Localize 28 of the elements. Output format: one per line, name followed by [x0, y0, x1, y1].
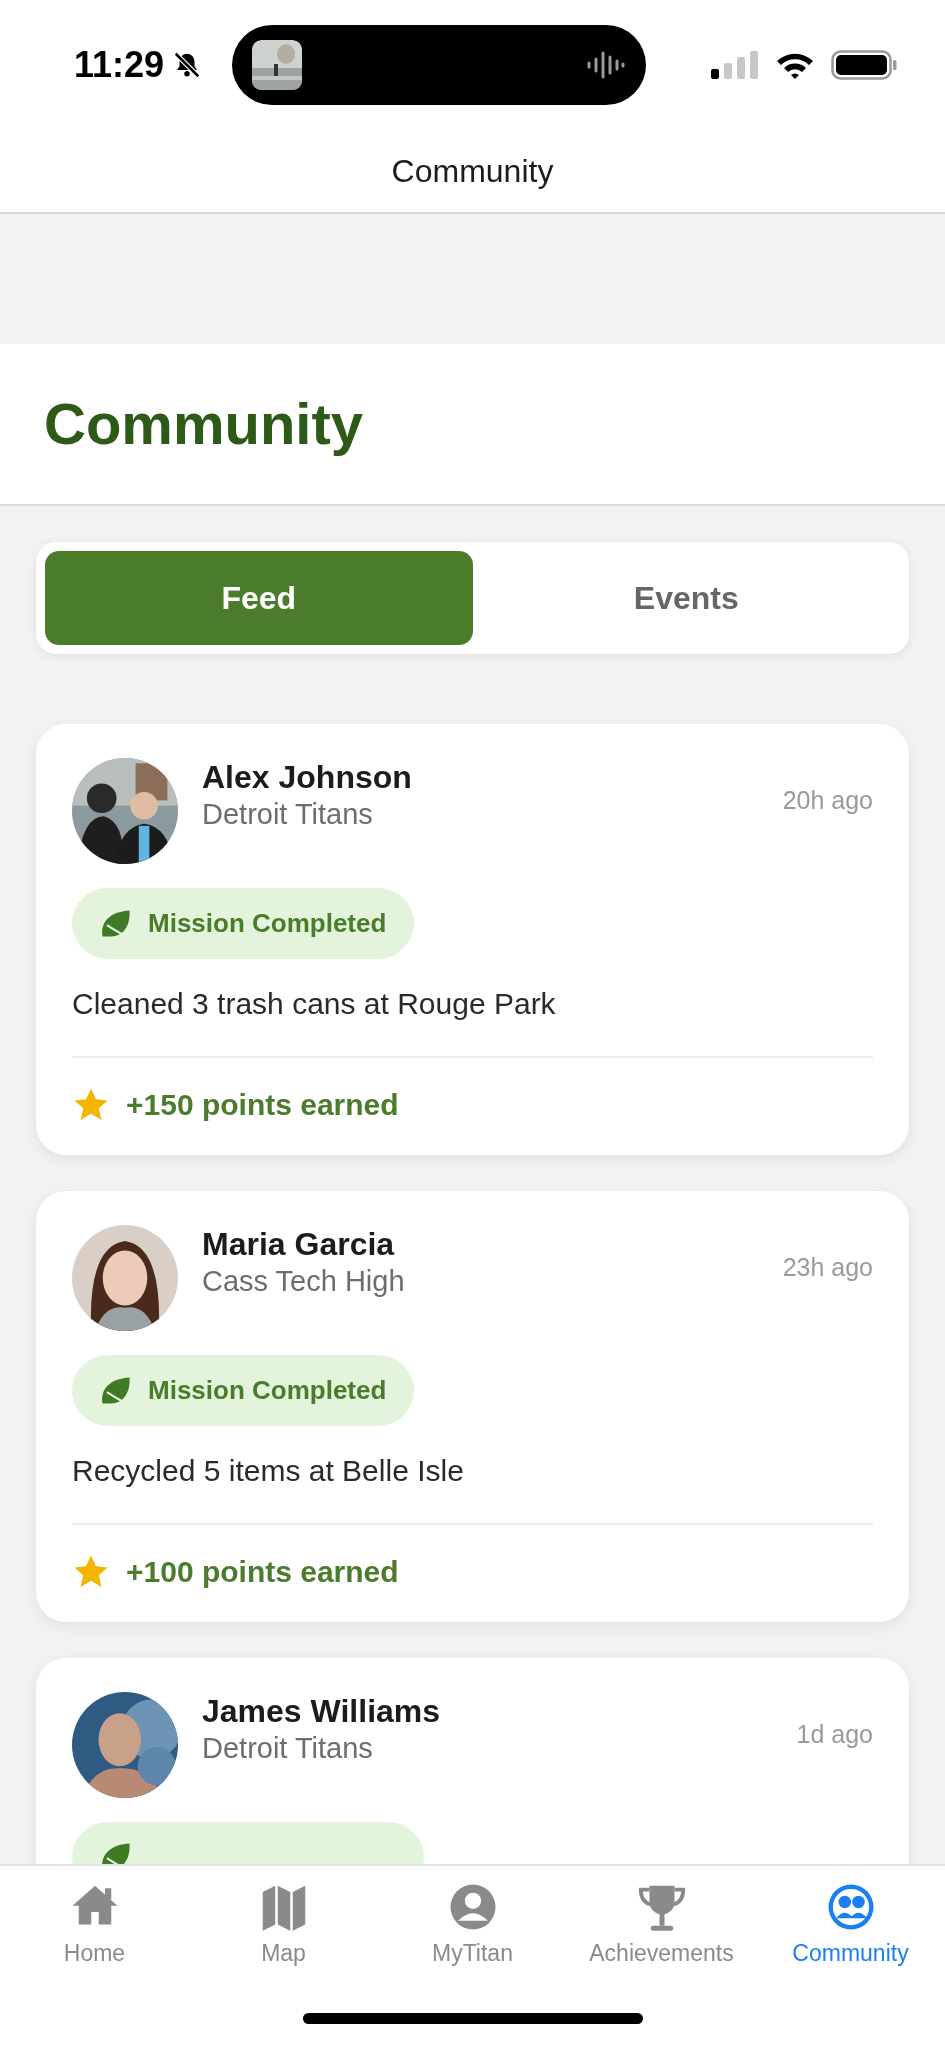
tab-bar-item[interactable]: Map [189, 1866, 378, 1972]
clock-time: 11:29 [74, 43, 165, 87]
points-earned: +100 points earned [126, 1554, 399, 1590]
segment-tab[interactable]: Events [472, 551, 900, 645]
tab-bar-item[interactable]: Home [0, 1866, 189, 1972]
battery-icon [831, 50, 897, 80]
segment-tab[interactable]: Feed [45, 551, 473, 645]
mission-badge: Mission Completed [72, 1355, 415, 1426]
post-text: Recycled 5 items at Belle Isle [72, 1448, 873, 1525]
post-time: 20h ago [782, 785, 873, 816]
audio-wave-icon [586, 50, 627, 80]
team-name: Detroit Titans [202, 1731, 374, 1767]
user-name: James Williams [202, 1692, 442, 1731]
team-name: Detroit Titans [202, 797, 374, 833]
mission-badge: Mission Completed [72, 888, 415, 959]
tab-bar-item[interactable]: Community [756, 1866, 945, 1972]
post-text: Cleaned 3 trash cans at Rouge Park [72, 981, 873, 1058]
user-name: Alex Johnson [202, 758, 413, 797]
page-title: Community [44, 390, 363, 459]
post-time: 1d ago [796, 1719, 873, 1750]
team-name: Cass Tech High [202, 1264, 406, 1300]
nav-title: Community [391, 152, 554, 191]
user-name: Maria Garcia [202, 1225, 396, 1264]
tab-bar-item[interactable]: Achievements [567, 1866, 756, 1972]
signal-icon [711, 51, 759, 79]
points-earned: +150 points earned [126, 1087, 399, 1123]
tab-bar-item[interactable]: MyTitan [378, 1866, 567, 1972]
post-time: 23h ago [782, 1252, 873, 1283]
